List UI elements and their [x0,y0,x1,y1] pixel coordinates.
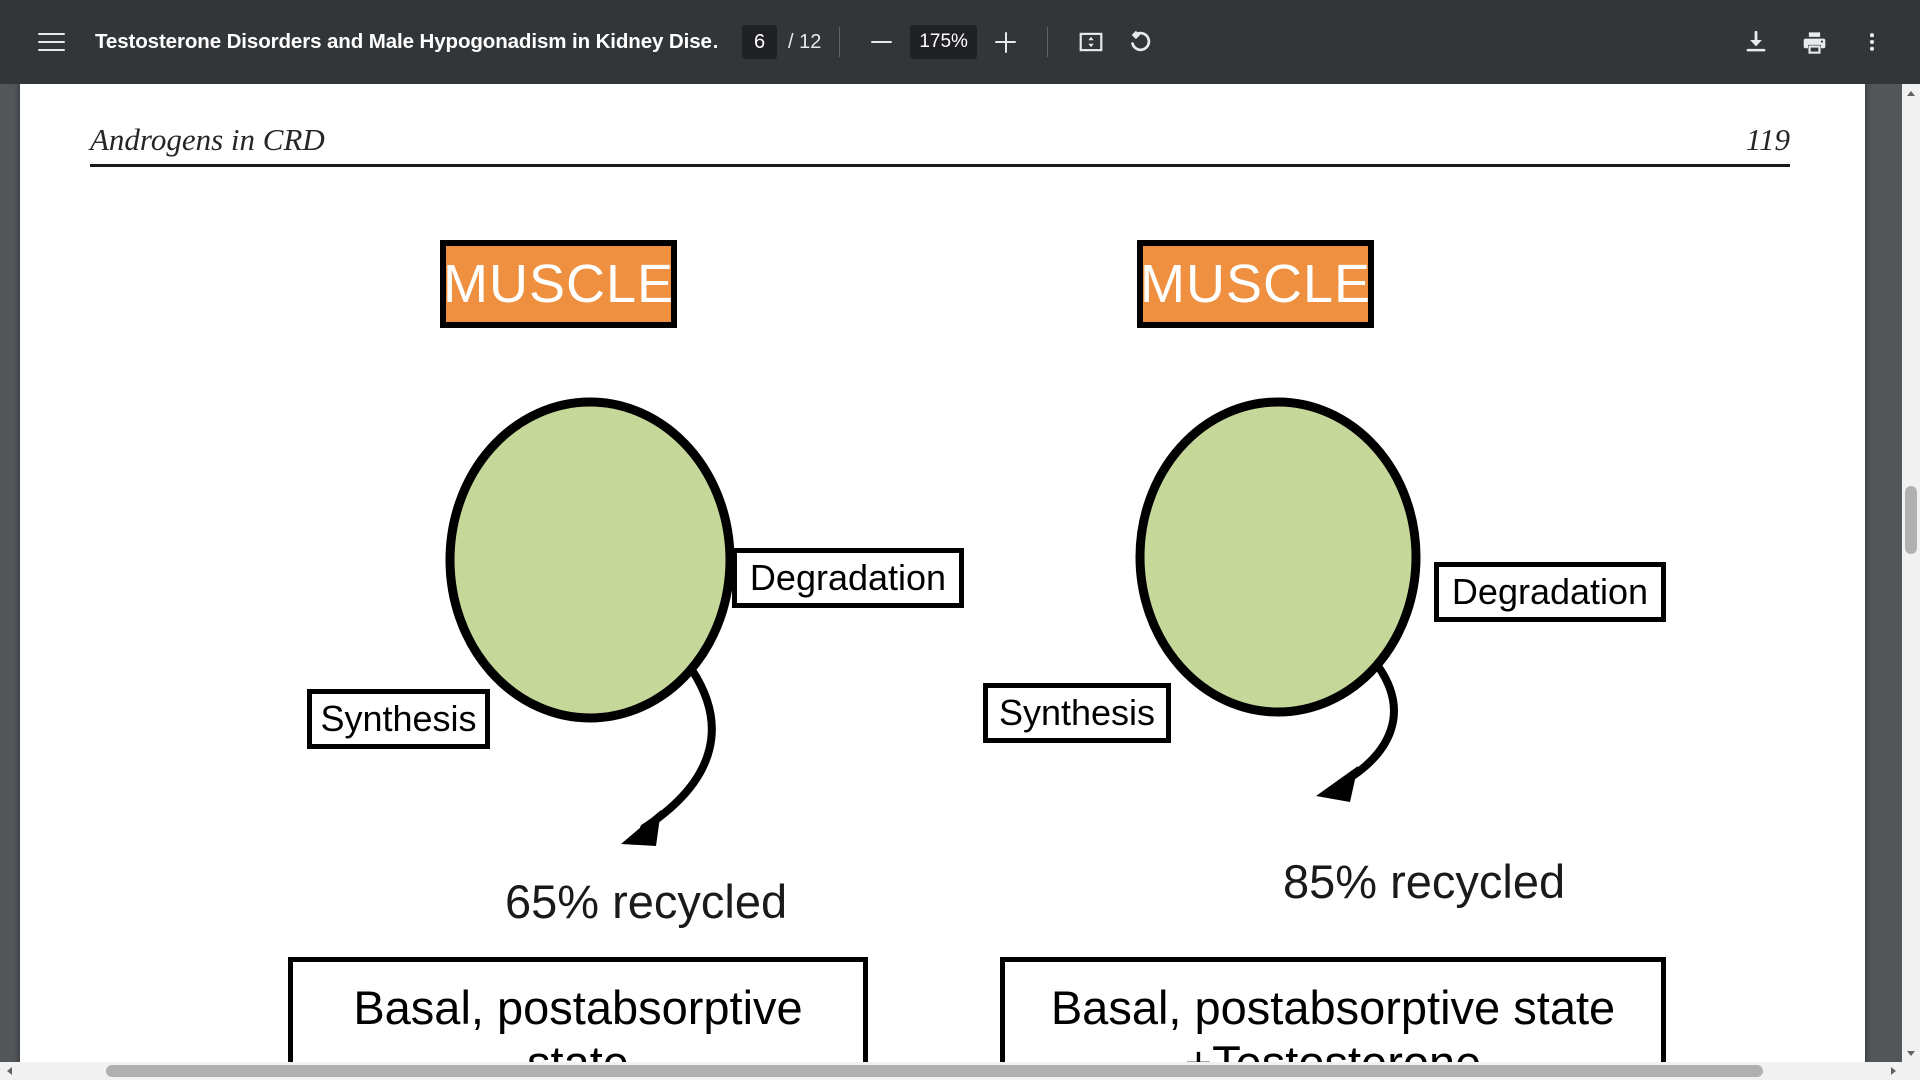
zoom-controls: 175% [858,19,1029,65]
scroll-left-button[interactable] [0,1062,18,1080]
chevron-up-icon [1907,90,1915,96]
sidebar-toggle-button[interactable] [26,17,76,67]
zoom-in-button[interactable] [983,19,1029,65]
plus-icon [995,31,1017,53]
fit-to-page-icon [1079,32,1103,52]
scroll-up-button[interactable] [1902,84,1920,102]
horizontal-scrollbar[interactable] [0,1062,1920,1080]
hamburger-menu-icon [37,32,65,52]
vertical-scrollbar-thumb[interactable] [1905,486,1917,554]
toolbar-divider-1 [839,27,841,57]
chevron-down-icon [1907,1050,1915,1056]
rotate-counterclockwise-button[interactable] [1116,17,1166,67]
degradation-label-left: Degradation [732,548,964,608]
more-vertical-icon [1869,33,1875,51]
protein-turnover-diagram: MUSCLE Degradation Synthesis 65% recycle… [20,84,1865,1080]
more-options-button[interactable] [1846,16,1898,68]
muscle-box-left: MUSCLE [440,240,677,328]
download-button[interactable] [1730,16,1782,68]
chevron-right-icon [1890,1067,1896,1075]
muscle-box-right: MUSCLE [1137,240,1374,328]
degradation-label-right: Degradation [1434,562,1666,622]
fit-to-page-button[interactable] [1066,17,1116,67]
minus-icon [870,40,892,44]
recycle-arrow-left-head [621,810,661,846]
recycle-arrow-right-head [1316,766,1358,802]
print-button[interactable] [1788,16,1840,68]
scroll-down-button[interactable] [1902,1044,1920,1062]
synthesis-label-right: Synthesis [983,683,1171,743]
recycled-percent-right: 85% recycled [1283,855,1566,908]
synthesis-label-left: Synthesis [307,689,490,749]
page-navigation: / 12 [742,25,821,59]
horizontal-scrollbar-thumb[interactable] [106,1065,1763,1077]
scrollbar-corner [1902,1062,1920,1080]
page-title: Testosterone Disorders and Male Hypogona… [95,30,720,53]
pdf-viewer-canvas[interactable]: Androgens in CRD 119 MUSCLE Degradation … [0,84,1920,1080]
vertical-scrollbar[interactable] [1902,84,1920,1080]
print-icon [1803,31,1825,54]
download-icon [1746,30,1766,52]
toolbar-divider-2 [1046,27,1048,57]
chevron-left-icon [6,1067,12,1075]
rotate-counterclockwise-icon [1131,30,1151,51]
page-count-label: / 12 [788,30,822,53]
protein-pool-circle-left [445,397,735,723]
recycled-percent-left: 65% recycled [505,875,788,928]
toolbar-right-actions [1724,16,1898,68]
zoom-out-button[interactable] [858,19,904,65]
zoom-level-value[interactable]: 175% [910,25,977,59]
scroll-right-button[interactable] [1884,1062,1902,1080]
pdf-viewer-toolbar: Testosterone Disorders and Male Hypogona… [0,0,1920,84]
page-number-input[interactable] [742,25,777,59]
pdf-page: Androgens in CRD 119 MUSCLE Degradation … [20,84,1865,1080]
